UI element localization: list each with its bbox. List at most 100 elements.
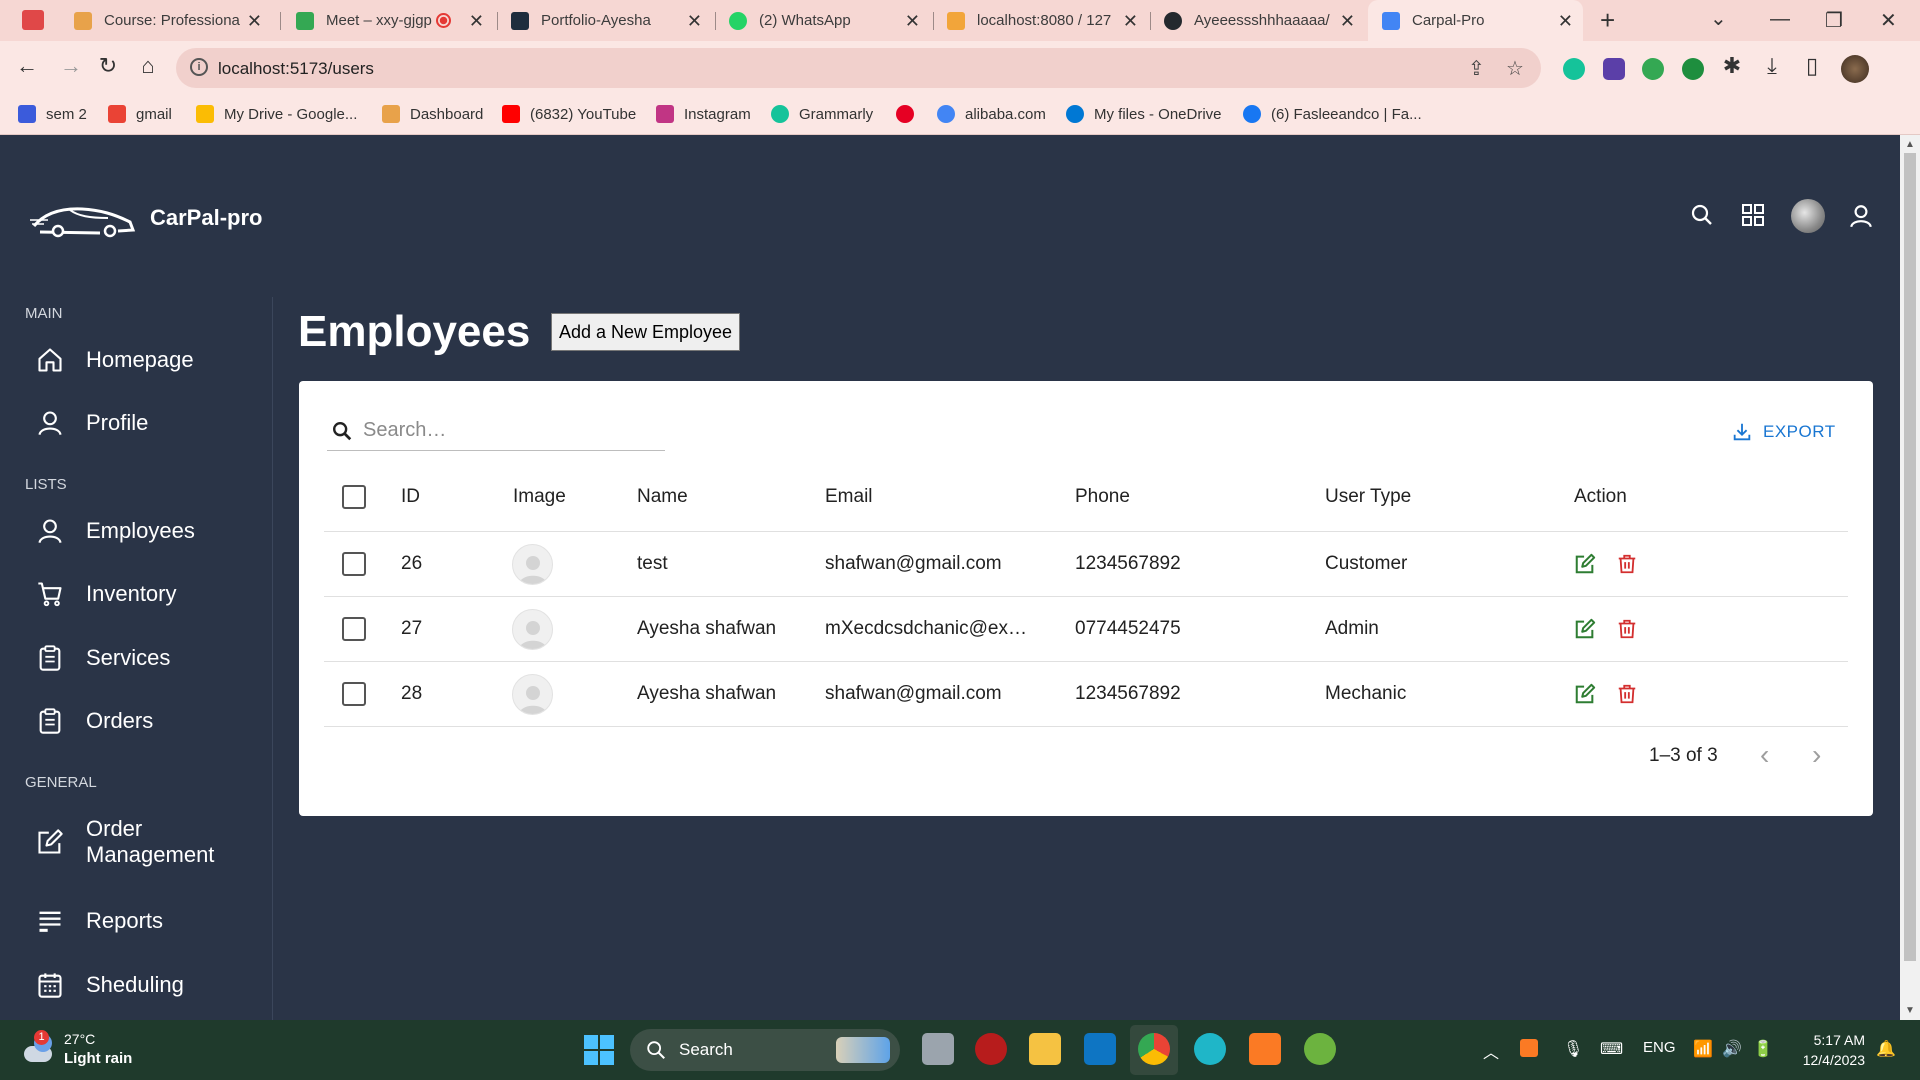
file-explorer-gray-icon[interactable] <box>922 1033 954 1065</box>
table-row[interactable]: 26 test shafwan@gmail.com 1234567892 Cus… <box>324 532 1848 597</box>
sidebar-item-order-management[interactable]: Order Management <box>36 816 214 868</box>
close-tab-icon[interactable]: ✕ <box>1558 11 1573 32</box>
grid-icon[interactable] <box>1741 203 1765 227</box>
delete-icon[interactable] <box>1616 553 1638 575</box>
tab-search-icon[interactable]: ⌄ <box>1710 6 1727 31</box>
battery-icon[interactable]: 🔋 <box>1753 1039 1773 1059</box>
bookmark-item[interactable]: alibaba.com <box>937 105 1046 123</box>
close-tab-icon[interactable]: ✕ <box>905 11 920 32</box>
wifi-icon[interactable]: 📶 <box>1693 1039 1713 1059</box>
close-tab-icon[interactable]: ✕ <box>1340 11 1355 32</box>
browser-tab[interactable]: (2) WhatsApp ✕ <box>715 0 930 41</box>
scroll-up-icon[interactable]: ▲ <box>1905 139 1915 150</box>
page-scrollbar[interactable]: ▲ ▼ <box>1900 135 1920 1020</box>
bookmark-item[interactable]: Dashboard <box>382 105 483 123</box>
edit-icon[interactable] <box>1574 618 1596 640</box>
sidebar-item-inventory[interactable]: Inventory <box>36 580 177 608</box>
column-header-phone[interactable]: Phone <box>1075 463 1130 531</box>
sidebar-item-orders[interactable]: Orders <box>36 707 153 735</box>
browser-menu-icon[interactable] <box>22 10 44 30</box>
brand-name[interactable]: CarPal-pro <box>150 205 262 231</box>
column-header-user-type[interactable]: User Type <box>1325 463 1411 531</box>
extension-icon[interactable] <box>1642 58 1664 80</box>
scrollbar-thumb[interactable] <box>1904 153 1916 961</box>
row-checkbox[interactable] <box>342 682 366 706</box>
sidebar-item-employees[interactable]: Employees <box>36 517 195 545</box>
back-icon[interactable]: ← <box>12 53 42 79</box>
bookmark-item[interactable]: My Drive - Google... <box>196 105 357 123</box>
column-header-id[interactable]: ID <box>401 463 420 531</box>
reload-icon[interactable]: ↻ <box>93 53 123 79</box>
show-hidden-icons-icon[interactable]: ︿ <box>1483 1039 1499 1063</box>
url-text[interactable]: localhost:5173/users <box>218 59 374 79</box>
column-header-image[interactable]: Image <box>513 463 566 531</box>
spring-icon[interactable] <box>1304 1033 1336 1065</box>
file-explorer-icon[interactable] <box>1029 1033 1061 1065</box>
bookmark-item[interactable]: (6) Fasleeandco | Fa... <box>1243 105 1422 123</box>
sidebar-item-profile[interactable]: Profile <box>36 409 148 437</box>
weather-widget[interactable]: 1 27°C Light rain <box>22 1030 132 1068</box>
grammarly-extension-icon[interactable] <box>1563 58 1585 80</box>
minimize-icon[interactable]: — <box>1770 8 1790 31</box>
site-info-icon[interactable]: i <box>190 58 208 76</box>
close-tab-icon[interactable]: ✕ <box>1123 11 1138 32</box>
export-button[interactable]: EXPORT <box>1731 421 1836 443</box>
column-header-name[interactable]: Name <box>637 463 688 531</box>
close-window-icon[interactable]: ✕ <box>1880 8 1897 33</box>
search-input[interactable] <box>363 419 643 442</box>
xampp-tray-icon[interactable] <box>1520 1039 1538 1057</box>
share-icon[interactable]: ⇪ <box>1468 56 1485 81</box>
chrome-icon[interactable] <box>1138 1033 1170 1065</box>
extension-icon[interactable] <box>1603 58 1625 80</box>
edit-icon[interactable] <box>1574 553 1596 575</box>
download-icon[interactable]: ⤓ <box>1757 53 1787 79</box>
bookmark-item[interactable]: sem 2 <box>18 105 87 123</box>
table-row[interactable]: 28 Ayesha shafwan shafwan@gmail.com 1234… <box>324 662 1848 727</box>
close-tab-icon[interactable]: ✕ <box>247 11 262 32</box>
table-row[interactable]: 27 Ayesha shafwan mXecdcsdchanic@exa… 07… <box>324 597 1848 662</box>
profile-avatar-icon[interactable] <box>1841 55 1869 83</box>
volume-icon[interactable]: 🔊 <box>1722 1039 1742 1059</box>
windows-start-icon[interactable] <box>584 1035 614 1065</box>
notification-bell-icon[interactable]: 🔔 <box>1876 1039 1896 1059</box>
column-header-email[interactable]: Email <box>825 463 873 531</box>
user-icon[interactable] <box>1848 203 1874 229</box>
side-panel-icon[interactable]: ▯ <box>1797 53 1827 79</box>
edit-icon[interactable] <box>1574 683 1596 705</box>
forward-icon[interactable]: → <box>56 53 86 79</box>
avatar[interactable] <box>1791 199 1825 233</box>
close-tab-icon[interactable]: ✕ <box>469 11 484 32</box>
system-clock[interactable]: 5:17 AM 12/4/2023 <box>1793 1030 1865 1070</box>
sidebar-item-homepage[interactable]: Homepage <box>36 346 194 374</box>
bookmark-item[interactable]: (6832) YouTube <box>502 105 636 123</box>
power-app-icon[interactable] <box>975 1033 1007 1065</box>
canva-icon[interactable] <box>1194 1033 1226 1065</box>
browser-tab[interactable]: Meet – xxy-gjgp ✕ <box>282 0 494 41</box>
select-all-checkbox[interactable] <box>342 485 366 509</box>
new-tab-icon[interactable]: + <box>1600 5 1615 36</box>
extensions-puzzle-icon[interactable]: ✱ <box>1717 53 1747 79</box>
row-checkbox[interactable] <box>342 617 366 641</box>
omnibox[interactable]: i localhost:5173/users ⇪ ☆ <box>176 48 1541 88</box>
delete-icon[interactable] <box>1616 683 1638 705</box>
previous-page-icon[interactable]: ‹ <box>1760 739 1769 771</box>
keyboard-icon[interactable]: ⌨ <box>1600 1039 1623 1059</box>
row-checkbox[interactable] <box>342 552 366 576</box>
search-icon[interactable] <box>1690 203 1714 227</box>
microphone-icon[interactable]: 🎙 <box>1563 1039 1583 1059</box>
close-tab-icon[interactable]: ✕ <box>687 11 702 32</box>
browser-tab[interactable]: Course: Professional ✕ <box>60 0 272 41</box>
vscode-icon[interactable] <box>1084 1033 1116 1065</box>
bookmark-item[interactable]: My files - OneDrive <box>1066 105 1222 123</box>
add-employee-button[interactable]: Add a New Employee <box>551 313 740 351</box>
browser-tab[interactable]: Portfolio-Ayesha ✕ <box>497 0 712 41</box>
sidebar-item-reports[interactable]: Reports <box>36 907 163 935</box>
sidebar-item-services[interactable]: Services <box>36 644 170 672</box>
browser-tab[interactable]: Ayeeessshhhaaaaa/ ✕ <box>1150 0 1365 41</box>
extension-icon[interactable] <box>1682 58 1704 80</box>
bookmark-item[interactable]: gmail <box>108 105 172 123</box>
bookmark-item[interactable]: Instagram <box>656 105 751 123</box>
taskbar-search[interactable]: Search <box>630 1029 900 1071</box>
bookmark-item[interactable]: Grammarly <box>771 105 873 123</box>
bookmark-item[interactable] <box>896 105 924 123</box>
